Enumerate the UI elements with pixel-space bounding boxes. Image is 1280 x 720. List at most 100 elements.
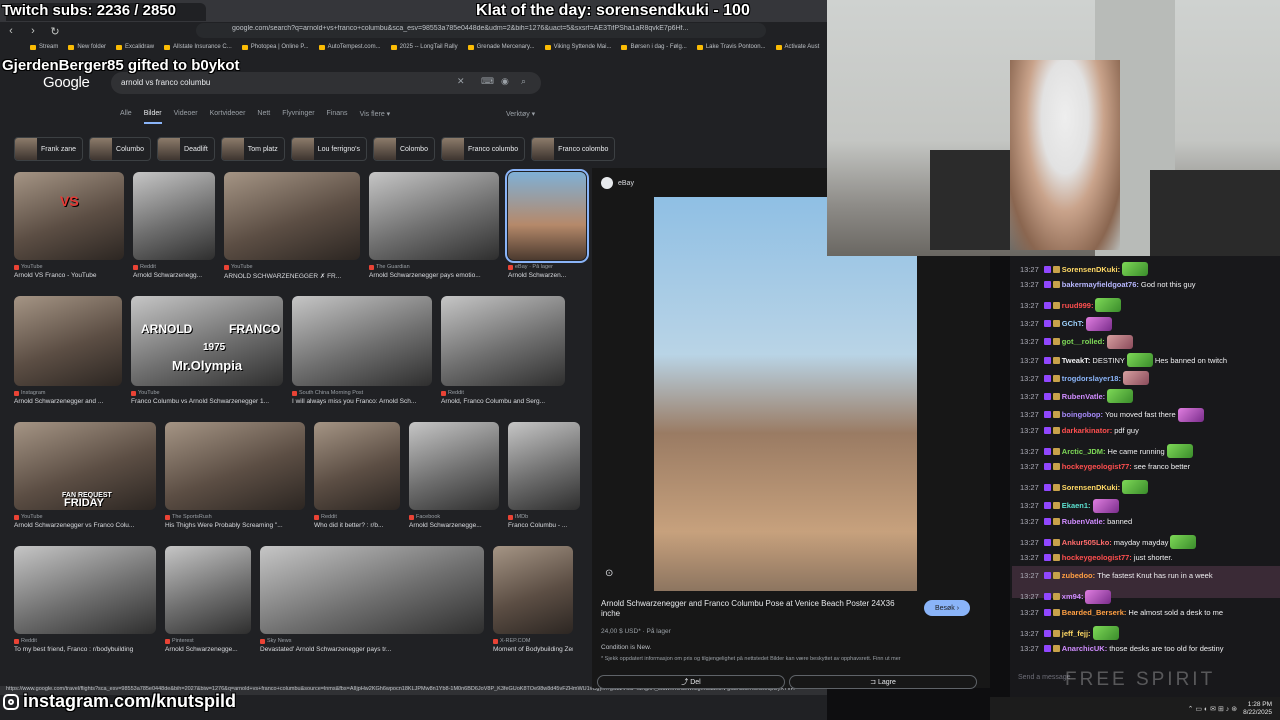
chat-username[interactable]: RubenVatle:: [1062, 517, 1105, 526]
panel-source[interactable]: eBay: [601, 177, 634, 189]
chat-message[interactable]: 13:27 TweakT: DESTINY Hes banned on twitch: [1020, 353, 1227, 367]
result-thumbnail[interactable]: [493, 546, 573, 634]
search-icon[interactable]: ⌕: [521, 76, 526, 87]
related-chip[interactable]: Columbo: [89, 137, 152, 161]
chat-message[interactable]: 13:27 got__rolled:: [1020, 334, 1133, 349]
chat-username[interactable]: got__rolled:: [1062, 337, 1105, 346]
result-thumbnail[interactable]: [165, 422, 305, 510]
lens-icon[interactable]: ◉: [501, 76, 509, 87]
bookmark-item[interactable]: Excalidraw: [116, 44, 154, 50]
image-result[interactable]: Pinterest Arnold Schwarzenegge...: [165, 546, 251, 653]
result-thumbnail[interactable]: [369, 172, 499, 260]
forward-icon[interactable]: ›: [22, 22, 44, 40]
chat-username[interactable]: ruud999:: [1062, 301, 1094, 310]
bookmark-item[interactable]: New folder: [68, 44, 106, 50]
chat-username[interactable]: Arctic_JDM:: [1062, 447, 1106, 456]
result-title[interactable]: I will always miss you Franco: Arnold Sc…: [292, 398, 432, 405]
result-title[interactable]: Arnold Schwarzenegge...: [165, 646, 251, 653]
result-title[interactable]: His Thighs Were Probably Screaming "...: [165, 522, 305, 529]
result-thumbnail[interactable]: [14, 546, 156, 634]
image-result[interactable]: The Guardian Arnold Schwarzenegger pays e…: [369, 172, 499, 280]
result-thumbnail[interactable]: [14, 296, 122, 386]
image-result[interactable]: eBay · På lager Arnold Schwarzen...: [505, 169, 589, 280]
bookmark-item[interactable]: 2025 -- LongTail Rally: [390, 44, 458, 50]
tab-finans[interactable]: Finans: [327, 110, 348, 124]
related-chip[interactable]: Colombo: [372, 137, 435, 161]
image-result[interactable]: Instagram Arnold Schwarzenegger and ...: [14, 296, 122, 405]
chat-username[interactable]: SorensenDKuki:: [1062, 483, 1120, 492]
chat-username[interactable]: xm94:: [1062, 592, 1084, 601]
result-thumbnail[interactable]: [133, 172, 215, 260]
related-chip[interactable]: Frank zane: [14, 137, 84, 161]
tab-kortvideoer[interactable]: Kortvideoer: [210, 110, 246, 124]
chat-username[interactable]: SorensenDKuki:: [1062, 265, 1120, 274]
chat-username[interactable]: trogdorslayer18:: [1062, 374, 1121, 383]
reload-icon[interactable]: ↻: [44, 22, 66, 40]
result-source[interactable]: Instagram: [14, 390, 122, 396]
chat-username[interactable]: RubenVatle:: [1062, 392, 1105, 401]
result-source[interactable]: The SportsRush: [165, 514, 305, 520]
chat-username[interactable]: boingobop:: [1062, 410, 1103, 419]
result-source[interactable]: YouTube: [224, 264, 360, 270]
result-source[interactable]: Reddit: [14, 638, 156, 644]
result-title[interactable]: Arnold VS Franco - YouTube: [14, 272, 124, 279]
result-thumbnail[interactable]: [260, 546, 484, 634]
related-chip[interactable]: Tom platz: [220, 137, 285, 161]
chat-username[interactable]: TweakT:: [1062, 356, 1091, 365]
tab-videoer[interactable]: Videoer: [174, 110, 198, 124]
bookmark-item[interactable]: Allstate Insurance C...: [164, 44, 232, 50]
chat-message[interactable]: 13:27 zubedoo: The fastest Knut has run in…: [1020, 571, 1213, 580]
related-chip[interactable]: Franco colombo: [531, 137, 616, 161]
chat-message[interactable]: 13:27 RubenVatle:: [1020, 389, 1134, 404]
result-source[interactable]: Reddit: [314, 514, 400, 520]
tray-icons[interactable]: ⌃ ▭ ◐ ✉ ⊞ ♪ ⊛: [1188, 705, 1237, 713]
chat-username[interactable]: Bearded_Berserk:: [1062, 608, 1127, 617]
chat-message[interactable]: 13:27 SorensenDKuki:: [1020, 262, 1149, 276]
chat-username[interactable]: darkarkinator:: [1062, 426, 1112, 435]
bookmark-item[interactable]: Stream: [30, 44, 58, 50]
share-button[interactable]: ⤴ Del: [597, 675, 785, 689]
result-title[interactable]: Arnold Schwarzenegg...: [133, 272, 215, 279]
result-source[interactable]: X-REP.COM: [493, 638, 573, 644]
result-source[interactable]: YouTube: [14, 264, 124, 270]
chat-username[interactable]: GChT:: [1062, 319, 1084, 328]
chat-message[interactable]: 13:27 ruud999:: [1020, 298, 1122, 313]
result-thumbnail[interactable]: [165, 546, 251, 634]
google-lens-icon[interactable]: ⊙: [605, 568, 613, 579]
back-icon[interactable]: ‹: [0, 22, 22, 40]
bookmark-item[interactable]: Viking Syttende Mai...: [544, 44, 611, 50]
save-button[interactable]: ⊐ Lagre: [789, 675, 977, 689]
image-result[interactable]: The SportsRush His Thighs Were Probably S…: [165, 422, 305, 529]
chat-message[interactable]: 13:27 bakermayfieldgoat76: God not this gu…: [1020, 280, 1196, 289]
chat-message[interactable]: 13:27 GChT:: [1020, 316, 1112, 331]
bookmark-item[interactable]: Grenade Mercenary...: [467, 44, 535, 50]
chat-message[interactable]: 13:27 Arctic_JDM: He came running: [1020, 444, 1193, 458]
result-source[interactable]: Facebook: [409, 514, 499, 520]
result-source[interactable]: Reddit: [441, 390, 565, 396]
result-title[interactable]: ARNOLD SCHWARZENEGGER ✗ FR...: [224, 272, 360, 280]
chat-message[interactable]: 13:27 xm94:: [1020, 589, 1112, 604]
image-result[interactable]: YouTube ARNOLD SCHWARZENEGGER ✗ FR...: [224, 172, 360, 280]
chat-message[interactable]: 13:27 hockeygeologist77: see franco better: [1020, 462, 1190, 471]
result-thumbnail[interactable]: [409, 422, 499, 510]
result-title[interactable]: Arnold, Franco Columbu and Serg...: [441, 398, 565, 405]
chat-message[interactable]: 13:27 Ekaen1:: [1020, 498, 1119, 513]
result-thumbnail[interactable]: [314, 422, 400, 510]
bookmark-item[interactable]: Børsen i dag - Følg...: [621, 44, 687, 50]
image-result[interactable]: YouTube Arnold Schwarzenegger vs Franco C…: [14, 422, 156, 529]
google-logo[interactable]: Google: [43, 74, 90, 91]
result-source[interactable]: Sky News: [260, 638, 484, 644]
image-result[interactable]: IMDb Franco Columbu - ...: [508, 422, 580, 529]
result-title[interactable]: Arnold Schwarzenegger vs Franco Colu...: [14, 522, 156, 529]
image-result[interactable]: South China Morning Post I will always mi…: [292, 296, 432, 405]
visit-button[interactable]: Besøk ›: [924, 600, 970, 616]
tab-flyvninger[interactable]: Flyvninger: [282, 110, 314, 124]
clear-icon[interactable]: ✕: [457, 76, 465, 87]
result-title[interactable]: To my best friend, Franco : r/bodybuildi…: [14, 646, 156, 653]
bookmark-item[interactable]: AutoTempest.com...: [318, 44, 381, 50]
preview-image[interactable]: [654, 197, 917, 591]
related-chip[interactable]: Deadlift: [157, 137, 215, 161]
chat-message[interactable]: 13:27 trogdorslayer18:: [1020, 371, 1149, 386]
search-input[interactable]: arnold vs franco columbu: [121, 78, 210, 87]
tab-visflere[interactable]: Vis flere ▾: [360, 110, 391, 124]
